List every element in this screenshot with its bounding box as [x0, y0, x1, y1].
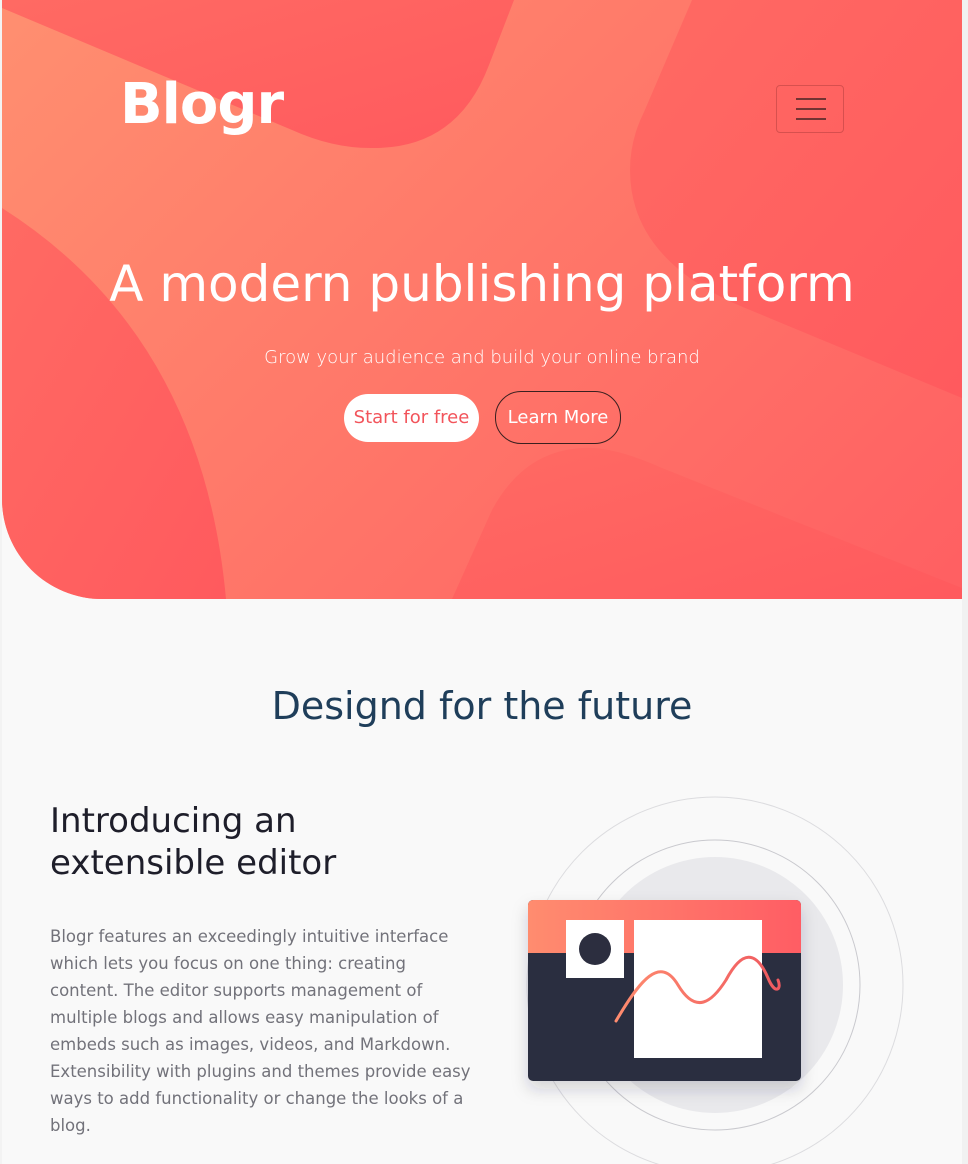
logo[interactable]: Blogr: [120, 72, 284, 138]
editor-illustration: [526, 796, 904, 1164]
learn-more-button[interactable]: Learn More: [495, 391, 621, 444]
hero-subtitle: Grow your audience and build your online…: [264, 347, 700, 368]
feature-title: Introducing an extensible editor: [50, 801, 337, 883]
page: Blogr A modern publishing platform Grow …: [0, 0, 968, 1164]
hero-section: Blogr A modern publishing platform Grow …: [2, 0, 962, 599]
hero-title: A modern publishing platform: [109, 255, 855, 313]
start-for-free-button[interactable]: Start for free: [344, 394, 479, 442]
page-edge: [0, 0, 2, 1164]
feature-description: Blogr features an exceedingly intuitive …: [50, 927, 471, 1135]
hamburger-menu-button[interactable]: [776, 85, 844, 133]
page-scroll-edge: [962, 0, 968, 1164]
section-title: Designd for the future: [271, 684, 693, 728]
